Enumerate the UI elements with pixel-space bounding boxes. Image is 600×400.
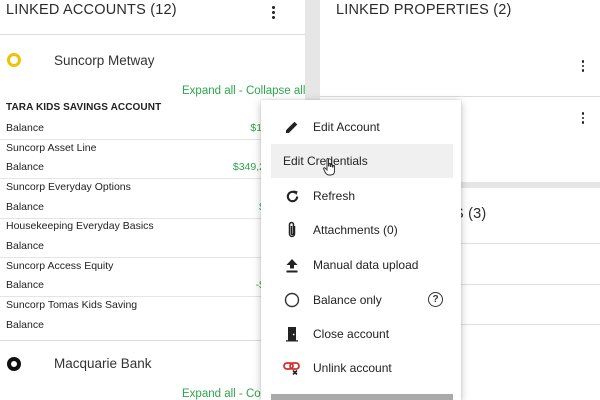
ring-icon [7, 357, 21, 371]
linked-properties-title: LINKED PROPERTIES (2) [336, 2, 512, 18]
dot-icon [581, 116, 585, 120]
link-separator: - [235, 85, 246, 97]
hand-cursor-icon [323, 158, 337, 179]
upload-icon [281, 255, 303, 275]
refresh-icon [281, 186, 303, 206]
bank-name-macquarie: Macquarie Bank [54, 356, 152, 371]
row-divider [0, 178, 270, 179]
balance-label: Balance [6, 240, 44, 252]
menu-item-label: Unlink account [313, 361, 392, 375]
row-divider [0, 257, 270, 258]
dot-icon [271, 15, 275, 19]
expand-collapse-links: Expand all - Collapse all [182, 85, 305, 97]
dot-icon [581, 121, 585, 124]
help-icon[interactable]: ? [428, 292, 443, 307]
menu-item-label: Close account [313, 327, 390, 341]
menu-item-label: Attachments (0) [313, 223, 398, 237]
menu-item-balance-only[interactable]: Balance only ? [271, 283, 453, 317]
menu-item-unlink-account[interactable]: Unlink account [271, 351, 453, 385]
unlink-icon [281, 358, 303, 378]
menu-item-refresh[interactable]: Refresh [271, 179, 453, 213]
row-divider [0, 218, 270, 219]
bank-divider [0, 340, 305, 341]
menu-item-edit-credentials[interactable]: Edit Credentials [271, 144, 453, 178]
paperclip-icon [281, 220, 303, 240]
door-icon [281, 324, 303, 344]
balance-label: Balance [6, 279, 44, 291]
collapse-all-link[interactable]: Collapse all [246, 85, 305, 97]
menu-item-label: Balance only [313, 293, 382, 307]
dot-icon [581, 112, 585, 115]
linked-accounts-menu-button[interactable] [266, 3, 280, 21]
linked-accounts-title: LINKED ACCOUNTS (12) [6, 2, 177, 18]
menu-item-label: Refresh [313, 189, 356, 203]
expand-all-link[interactable]: Expand all [182, 388, 236, 400]
link-separator: - [235, 388, 246, 400]
row-divider [0, 139, 270, 140]
balance-label: Balance [6, 161, 44, 173]
bank-name-suncorp: Suncorp Metway [54, 53, 155, 68]
account-name[interactable]: Housekeeping Everyday Basics [6, 220, 154, 232]
menu-item-close-account[interactable]: Close account [271, 317, 453, 351]
balance-label: Balance [6, 122, 44, 134]
balance-label: Balance [6, 201, 44, 213]
dot-icon [581, 64, 585, 68]
balance-label: Balance [6, 319, 44, 331]
property-menu-button[interactable] [576, 57, 590, 75]
account-name[interactable]: TARA KIDS SAVINGS ACCOUNT [6, 102, 161, 113]
ring-icon [7, 53, 21, 67]
account-name[interactable]: Suncorp Everyday Options [6, 181, 131, 193]
dot-icon [581, 60, 585, 63]
dot-icon [271, 5, 275, 9]
row-divider [0, 296, 270, 297]
account-name[interactable]: Suncorp Access Equity [6, 260, 113, 272]
property-menu-button[interactable] [576, 109, 590, 127]
dot-icon [581, 69, 585, 72]
account-name[interactable]: Suncorp Tomas Kids Saving [6, 299, 137, 311]
account-name[interactable]: Suncorp Asset Line [6, 142, 96, 154]
menu-item-label: Edit Account [313, 120, 380, 134]
menu-item-attachments[interactable]: Attachments (0) [271, 213, 453, 247]
expand-all-link[interactable]: Expand all [182, 85, 236, 97]
menu-item-label: Manual data upload [313, 258, 419, 272]
account-context-menu: Edit Account Edit Credentials Refresh At… [261, 100, 461, 400]
pencil-icon [281, 117, 303, 137]
menu-item-edit-account[interactable]: Edit Account [271, 110, 453, 144]
linked-accounts-panel: LINKED ACCOUNTS (12) Suncorp Metway Expa… [0, 0, 305, 400]
expand-collapse-links: Expand all - Colla [182, 388, 272, 400]
radio-icon[interactable] [281, 290, 303, 310]
dot-icon [271, 10, 275, 14]
property-divider [320, 96, 600, 97]
title-divider [0, 34, 305, 35]
menu-scrollbar[interactable] [271, 394, 453, 400]
menu-item-manual-upload[interactable]: Manual data upload [271, 248, 453, 282]
